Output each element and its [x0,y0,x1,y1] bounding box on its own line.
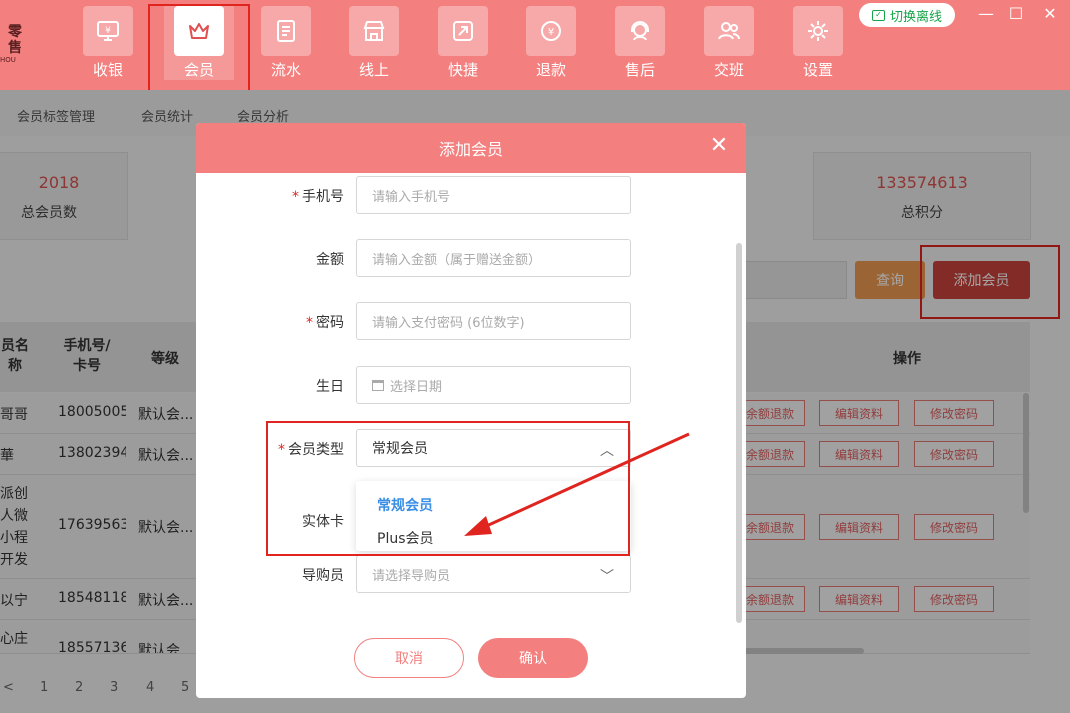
nav-label: 设置 [802,61,833,79]
switch-offline-button[interactable]: ✓ 切换离线 [859,3,955,27]
top-nav-bar: 零售 HOU ¥ 收银 会员 流水 线上 快捷 ¥ 退款 售后 交班 设置 ✓ … [0,0,1070,90]
crown-icon [174,6,224,56]
cancel-button[interactable]: 取消 [354,638,464,678]
form-row-amount: 金额 请输入金额（属于赠送金额） [196,239,726,279]
dialog-header: 添加会员 ✕ [196,123,746,173]
dialog-title: 添加会员 [438,140,503,159]
nav-item-online[interactable]: 线上 [344,6,404,84]
switch-offline-label: 切换离线 [889,9,942,25]
minimize-icon[interactable]: — [976,4,996,23]
add-member-dialog: 添加会员 ✕ * 手机号 请输入手机号 金额 请输入金额（属于赠送金额） * 密码 … [196,123,746,698]
guide-label: 导购员 [302,568,344,584]
phone-label-text: 手机号 [302,189,344,205]
confirm-button[interactable]: 确认 [478,638,588,678]
store-icon [349,6,399,56]
form-row-phone: * 手机号 请输入手机号 [196,176,726,216]
close-window-icon[interactable]: ✕ [1040,4,1060,23]
guide-placeholder: 请选择导购员 [372,568,451,584]
amount-input[interactable]: 请输入金额（属于赠送金额） [356,239,631,277]
support-icon [615,6,665,56]
app-logo: 零售 HOU [0,24,22,64]
quick-icon [438,6,488,56]
phone-input[interactable]: 请输入手机号 [356,176,631,214]
dialog-scrollbar[interactable] [736,243,742,623]
nav-label: 会员 [183,61,214,79]
form-row-birthday: 生日 选择日期 [196,366,726,406]
password-label-text: 密码 [316,315,344,331]
guide-select[interactable]: 请选择导购员 ﹀ [356,555,631,593]
maximize-icon[interactable]: ☐ [1006,4,1026,23]
amount-label: 金额 [316,252,344,268]
nav-label: 收银 [92,61,123,79]
nav-item-settings[interactable]: 设置 [788,6,848,84]
nav-item-member[interactable]: 会员 [164,6,234,80]
calendar-icon [372,379,384,391]
birthday-date-picker[interactable]: 选择日期 [356,366,631,404]
nav-item-quick[interactable]: 快捷 [433,6,493,84]
cashier-monitor-icon: ¥ [83,6,133,56]
switch-icon: ✓ [871,9,885,21]
gear-icon [793,6,843,56]
refund-icon: ¥ [526,6,576,56]
ledger-icon [261,6,311,56]
nav-item-cashier[interactable]: ¥ 收银 [78,6,138,84]
handover-icon [704,6,754,56]
svg-text:¥: ¥ [105,26,111,36]
nav-label: 线上 [358,61,389,79]
nav-item-flow[interactable]: 流水 [256,6,316,84]
logo-subtext: HOU [0,56,16,64]
required-mark: * [292,189,299,205]
nav-label: 售后 [624,61,655,79]
birthday-placeholder: 选择日期 [390,379,443,395]
nav-label: 交班 [713,61,744,79]
logo-text: 零售 [8,24,22,56]
nav-label: 退款 [535,61,566,79]
form-row-password: * 密码 请输入支付密码 (6位数字) [196,302,726,342]
required-mark: * [306,315,313,331]
annotation-box-member-type [266,421,630,556]
phone-label: * 手机号 [292,186,344,206]
nav-item-handover[interactable]: 交班 [699,6,759,84]
chevron-down-icon: ﹀ [600,569,614,585]
close-icon[interactable]: ✕ [708,135,730,157]
nav-item-refund[interactable]: ¥ 退款 [521,6,581,84]
password-input[interactable]: 请输入支付密码 (6位数字) [356,302,631,340]
birthday-label: 生日 [316,379,344,395]
password-label: * 密码 [306,312,344,332]
nav-label: 流水 [270,61,301,79]
nav-label: 快捷 [447,61,478,79]
svg-text:¥: ¥ [548,27,554,38]
nav-item-aftersale[interactable]: 售后 [610,6,670,84]
form-row-guide: 导购员 请选择导购员 ﹀ [196,555,726,595]
